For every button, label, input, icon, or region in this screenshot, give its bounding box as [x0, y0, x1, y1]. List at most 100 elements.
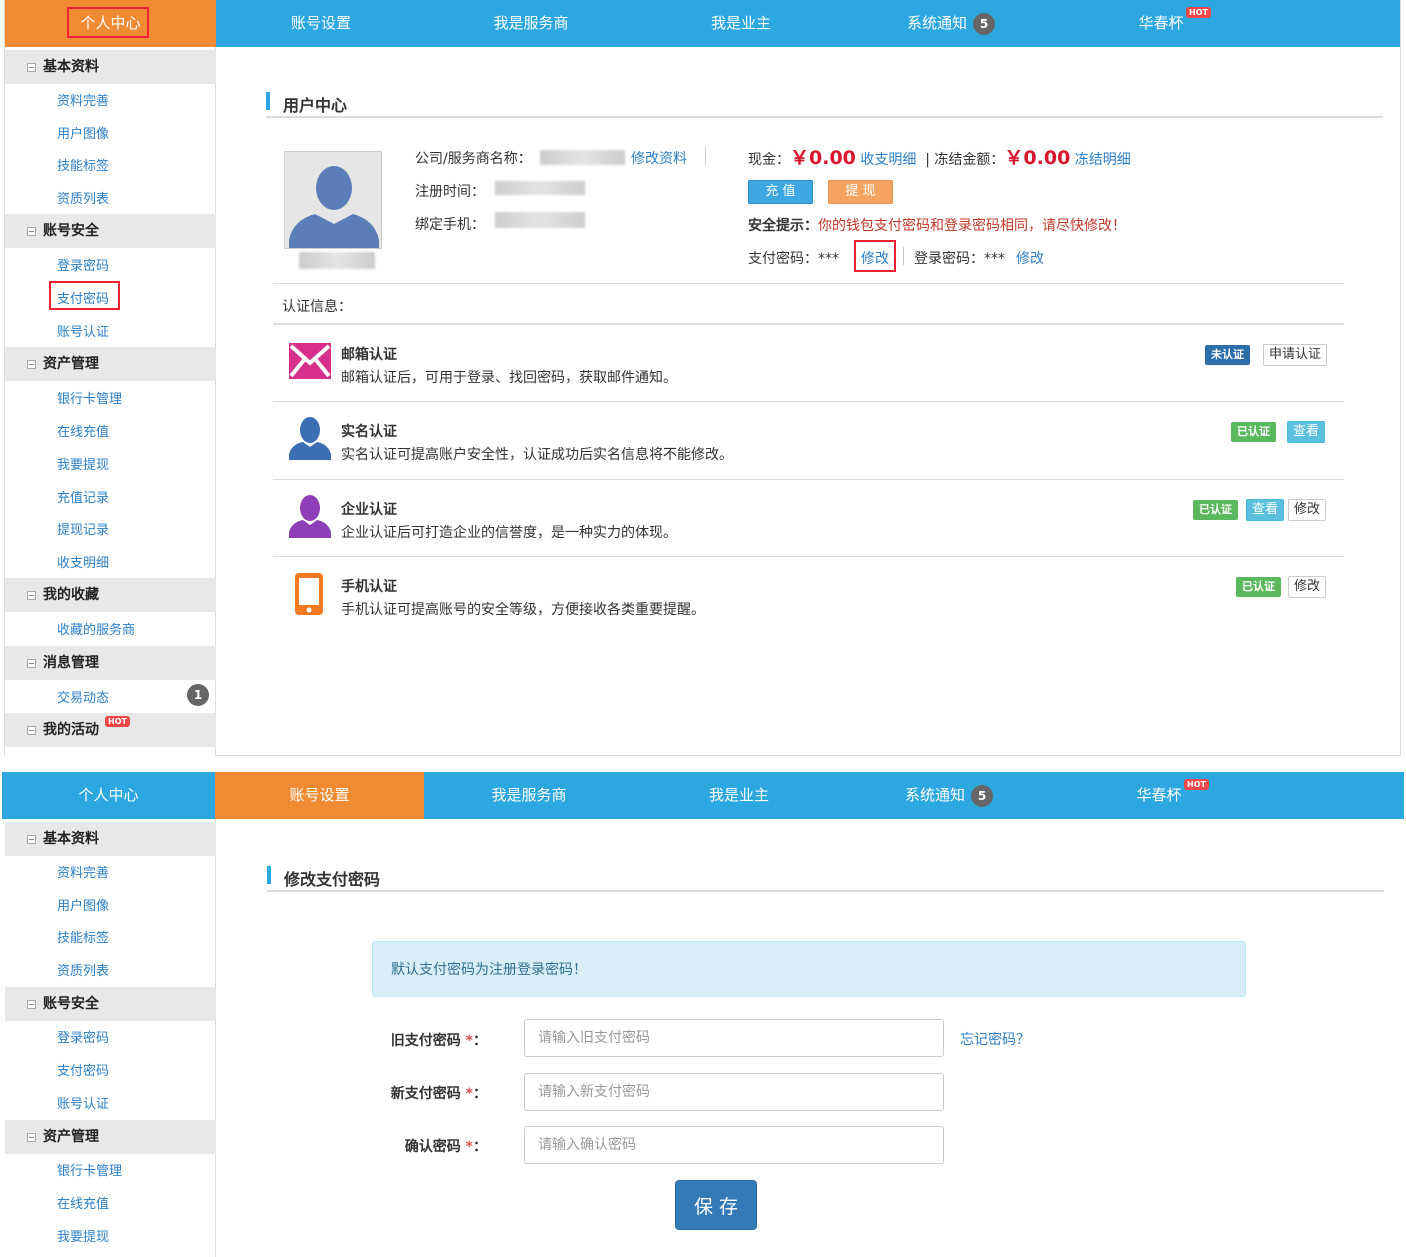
save-button[interactable]: 保 存: [675, 1180, 757, 1230]
nav-personal-center[interactable]: 个人中心: [5, 0, 216, 47]
login-password-edit-link[interactable]: 修改: [1016, 248, 1044, 268]
sidebar-group-basic[interactable]: 基本资料: [5, 822, 216, 856]
sidebar-group-label: 账号安全: [43, 223, 99, 239]
view-cert-button[interactable]: 查看: [1246, 499, 1285, 521]
nav-owner[interactable]: 我是业主: [634, 772, 844, 819]
new-password-input[interactable]: [524, 1073, 944, 1111]
sidebar-item-bank-card[interactable]: 银行卡管理: [57, 388, 122, 407]
sidebar-item-qualifications[interactable]: 资质列表: [57, 960, 109, 979]
sidebar-item-pay-password[interactable]: 支付密码: [57, 288, 109, 307]
sidebar-group-basic[interactable]: 基本资料: [5, 50, 216, 84]
security-tip: 安全提示：你的钱包支付密码和登录密码相同，请尽快修改！: [748, 215, 1126, 235]
collapse-icon: [27, 63, 36, 72]
sidebar-item-withdraw[interactable]: 我要提现: [57, 454, 109, 473]
frozen-label: 冻结金额：: [934, 152, 1005, 168]
sidebar-item-profile[interactable]: 资料完善: [57, 862, 109, 881]
page-title: 修改支付密码: [284, 870, 381, 889]
bound-phone-redacted: [495, 212, 585, 228]
edit-cert-button[interactable]: 修改: [1288, 576, 1327, 598]
sidebar-item-withdraw[interactable]: 我要提现: [57, 1226, 109, 1245]
frozen-statement-link[interactable]: 冻结明细: [1075, 152, 1131, 168]
sidebar-group-label: 消息管理: [43, 655, 99, 671]
title-marker: [267, 866, 271, 884]
edit-cert-button[interactable]: 修改: [1288, 499, 1327, 521]
sidebar-item-skills[interactable]: 技能标签: [57, 927, 109, 946]
nav-service-provider[interactable]: 我是服务商: [426, 0, 636, 47]
info-alert: 默认支付密码为注册登录密码！: [372, 941, 1246, 997]
collapse-icon: [27, 726, 36, 735]
cert-title: 邮箱认证: [341, 347, 397, 363]
sidebar-group-security[interactable]: 账号安全: [5, 214, 216, 248]
sidebar-item-withdraw-log[interactable]: 提现记录: [57, 519, 109, 538]
required-mark: *: [465, 1139, 473, 1155]
view-cert-button[interactable]: 查看: [1287, 421, 1326, 443]
sidebar-group-activities[interactable]: 我的活动 HOT: [5, 713, 216, 747]
nav-label: 个人中心: [78, 786, 139, 804]
pay-password-edit-link[interactable]: 修改: [861, 248, 889, 268]
sidebar-item-recharge-log[interactable]: 充值记录: [57, 487, 109, 506]
nav-owner[interactable]: 我是业主: [636, 0, 846, 47]
nav-huachun-cup[interactable]: 华春杯 HOT: [1054, 772, 1264, 819]
avatar[interactable]: [284, 151, 382, 249]
edit-profile-link[interactable]: 修改资料: [631, 148, 687, 168]
recharge-button[interactable]: 充 值: [748, 180, 813, 204]
sidebar-item-pay-password[interactable]: 支付密码: [57, 1060, 109, 1079]
old-password-input[interactable]: [524, 1019, 944, 1057]
forgot-password-link[interactable]: 忘记密码？: [960, 1029, 1030, 1049]
sidebar-item-account-cert[interactable]: 账号认证: [57, 1093, 109, 1112]
cert-title: 实名认证: [341, 424, 397, 440]
person-icon: [289, 495, 331, 538]
sidebar-item-login-password[interactable]: 登录密码: [57, 255, 109, 274]
sidebar-group-favorites[interactable]: 我的收藏: [5, 578, 216, 612]
collapse-icon: [27, 1000, 36, 1009]
sidebar-group-assets[interactable]: 资产管理: [5, 1120, 216, 1154]
sidebar-item-avatar[interactable]: 用户图像: [57, 895, 109, 914]
withdraw-button[interactable]: 提 现: [828, 180, 893, 204]
sidebar-item-account-cert[interactable]: 账号认证: [57, 321, 109, 340]
old-password-label: 旧支付密码 *：: [385, 1030, 487, 1050]
nav-service-provider[interactable]: 我是服务商: [424, 772, 634, 819]
sidebar-item-fav-providers[interactable]: 收藏的服务商: [57, 619, 135, 638]
sidebar-item-bank-card[interactable]: 银行卡管理: [57, 1160, 122, 1179]
label-colon: ：: [473, 1139, 487, 1155]
sidebar-group-security[interactable]: 账号安全: [5, 987, 216, 1021]
required-mark: *: [465, 1033, 473, 1049]
sidebar-item-skills[interactable]: 技能标签: [57, 155, 109, 174]
new-password-label: 新支付密码 *：: [385, 1083, 487, 1103]
title-marker: [266, 92, 270, 110]
cert-info-header: 认证信息：: [282, 299, 352, 315]
cert-status-badge: 已认证: [1231, 422, 1276, 442]
nav-account-settings[interactable]: 账号设置: [216, 0, 426, 47]
sidebar-item-recharge[interactable]: 在线充值: [57, 1193, 109, 1212]
cert-desc: 手机认证可提高账号的安全等级，方便接收各类重要提醒。: [341, 602, 705, 618]
cert-desc: 实名认证可提高账户安全性，认证成功后实名信息将不能修改。: [341, 447, 733, 463]
nav-personal-center[interactable]: 个人中心: [2, 772, 215, 819]
nav-label: 华春杯: [1136, 786, 1182, 804]
cert-desc: 邮箱认证后，可用于登录、找回密码，获取邮件通知。: [341, 370, 677, 386]
label-colon: ：: [473, 1033, 487, 1049]
sidebar-item-avatar[interactable]: 用户图像: [57, 123, 109, 142]
nav-label: 系统通知: [904, 786, 965, 804]
confirm-password-input[interactable]: [524, 1126, 944, 1164]
sidebar-item-profile[interactable]: 资料完善: [57, 90, 109, 109]
sidebar-group-assets[interactable]: 资产管理: [5, 347, 216, 381]
cert-status-badge: 已认证: [1236, 577, 1281, 597]
nav-label: 我是服务商: [491, 786, 567, 804]
nav-account-settings[interactable]: 账号设置: [215, 772, 424, 819]
apply-cert-button[interactable]: 申请认证: [1263, 344, 1328, 366]
nav-label: 系统通知: [906, 14, 967, 32]
hot-badge: HOT: [1184, 779, 1209, 790]
sidebar-item-trade-news[interactable]: 交易动态: [57, 687, 109, 706]
sidebar-item-statement[interactable]: 收支明细: [57, 552, 109, 571]
nav-huachun-cup[interactable]: 华春杯 HOT: [1056, 0, 1266, 47]
sidebar-group-messages[interactable]: 消息管理: [5, 646, 216, 680]
top-nav: 个人中心 账号设置 我是服务商 我是业主 系统通知 5 华春杯 HOT: [2, 772, 1404, 819]
sidebar-item-qualifications[interactable]: 资质列表: [57, 188, 109, 207]
nav-system-notify[interactable]: 系统通知 5: [844, 772, 1054, 819]
sidebar-item-recharge[interactable]: 在线充值: [57, 421, 109, 440]
sidebar-item-login-password[interactable]: 登录密码: [57, 1027, 109, 1046]
confirm-password-label: 确认密码 *：: [385, 1136, 487, 1156]
nav-system-notify[interactable]: 系统通知 5: [846, 0, 1056, 47]
nav-label: 个人中心: [80, 14, 141, 32]
cash-statement-link[interactable]: 收支明细: [860, 152, 916, 168]
